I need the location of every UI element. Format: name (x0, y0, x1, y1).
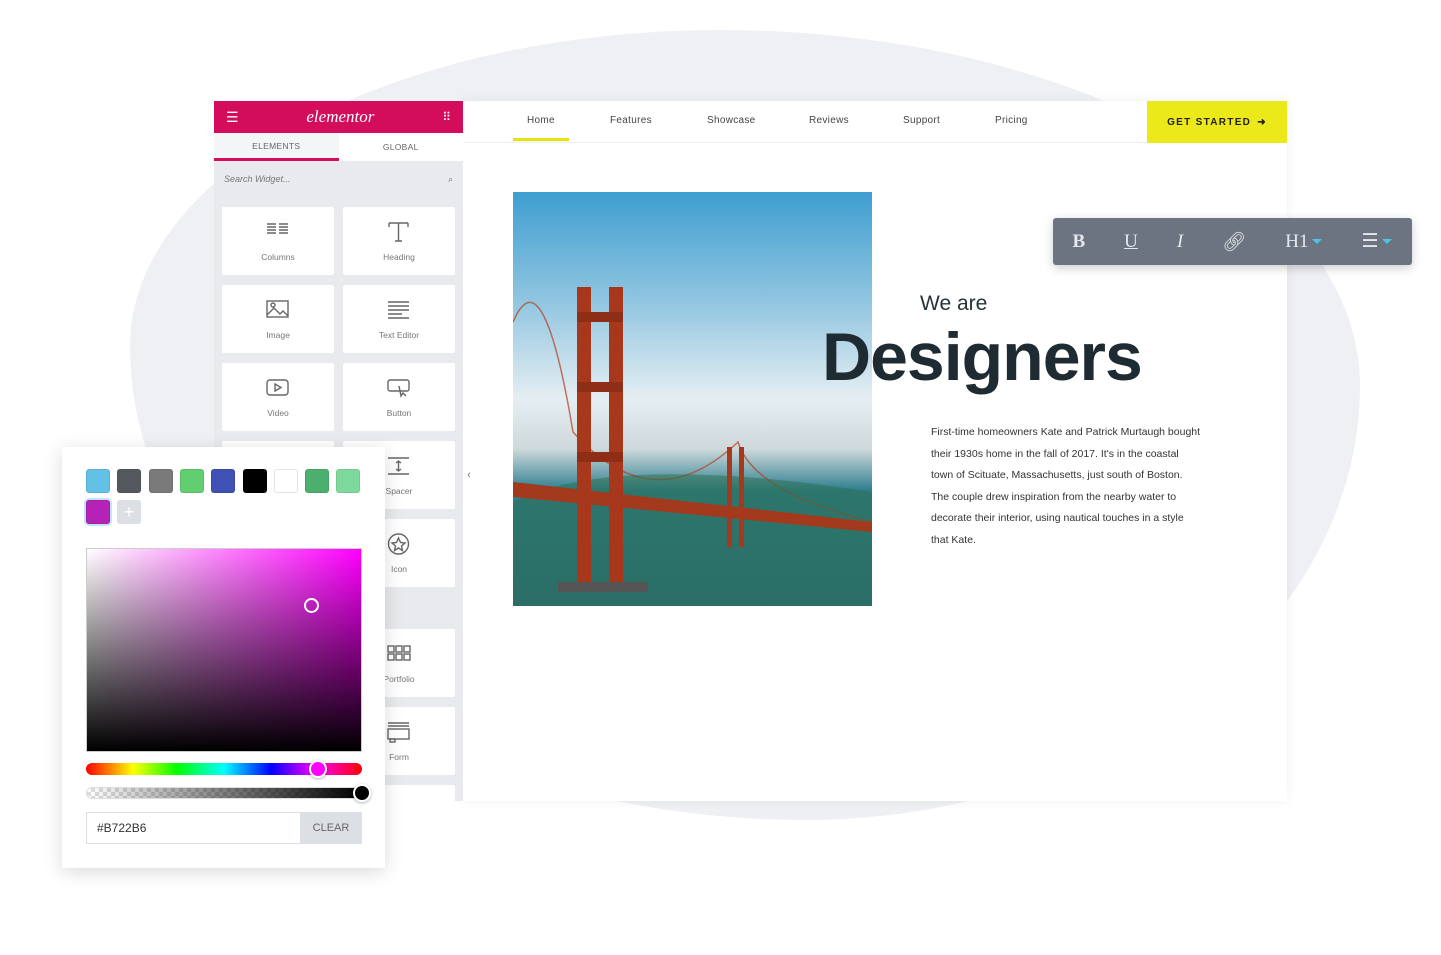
text-format-toolbar: B U I 🔗︎ H1 ☰ (1053, 218, 1412, 265)
nav-reviews[interactable]: Reviews (809, 115, 849, 126)
tab-global[interactable]: GLOBAL (339, 133, 464, 161)
list-dropdown[interactable]: ☰ (1361, 230, 1393, 253)
image-icon (266, 299, 289, 318)
body-paragraph[interactable]: First-time homeowners Kate and Patrick M… (931, 422, 1201, 552)
nav-showcase[interactable]: Showcase (707, 115, 756, 126)
portfolio-icon (387, 644, 411, 661)
button-icon (387, 378, 410, 398)
widget-image[interactable]: Image (222, 285, 334, 353)
heading-dropdown[interactable]: H1 (1285, 230, 1323, 253)
widget-label: Columns (261, 251, 295, 262)
bold-icon: B (1072, 230, 1086, 252)
color-swatch[interactable] (273, 469, 298, 493)
widget-button[interactable]: Button (343, 363, 455, 431)
panel-header: ☰ elementor ⠿ (214, 101, 463, 133)
color-swatch[interactable] (305, 469, 330, 493)
widget-label: Image (266, 329, 290, 340)
columns-icon (267, 222, 288, 234)
widget-label: Video (267, 407, 289, 418)
widget-label: Icon (390, 563, 408, 574)
bridge-photo (513, 192, 872, 606)
caret-down-icon (1312, 239, 1323, 244)
hamburger-menu-icon[interactable]: ☰ (226, 109, 239, 126)
hex-color-input[interactable] (86, 812, 300, 844)
tab-elements[interactable]: ELEMENTS (214, 133, 339, 161)
alpha-slider-handle[interactable] (353, 784, 371, 802)
widget-columns[interactable]: Columns (222, 207, 334, 275)
arrow-icon: ➜ (1257, 116, 1267, 128)
cta-label: GET STARTED (1167, 116, 1252, 128)
color-swatch[interactable] (86, 469, 110, 493)
clear-button[interactable]: CLEAR (300, 812, 362, 844)
search-placeholder: Search Widget... (224, 174, 291, 184)
link-button[interactable]: 🔗︎ (1222, 230, 1246, 254)
widget-label: Spacer (385, 485, 413, 496)
search-icon: ⌕ (447, 173, 453, 184)
add-swatch-button[interactable]: + (117, 500, 141, 524)
saturation-area[interactable] (86, 548, 362, 752)
widget-label: Portfolio (383, 673, 415, 684)
caret-down-icon (1382, 239, 1393, 244)
color-swatch[interactable] (242, 469, 267, 493)
main-heading[interactable]: Designers (822, 318, 1143, 396)
eyebrow-heading[interactable]: We are (920, 292, 987, 316)
alpha-slider[interactable] (86, 787, 362, 799)
color-picker: + CLEAR (62, 447, 385, 868)
underline-icon: U (1124, 230, 1138, 252)
collapse-panel-button[interactable]: ‹ (463, 460, 475, 490)
widget-label: Button (386, 407, 412, 418)
italic-button[interactable]: I (1177, 231, 1183, 253)
link-icon: 🔗︎ (1222, 231, 1247, 253)
nav-pricing[interactable]: Pricing (995, 115, 1028, 126)
widget-label: Form (389, 751, 409, 762)
color-swatch[interactable] (86, 500, 110, 524)
list-icon: ☰ (1361, 231, 1379, 252)
text-editor-icon (388, 300, 409, 319)
panel-tabs: ELEMENTS GLOBAL (214, 133, 463, 161)
hue-slider-handle[interactable] (308, 760, 327, 778)
video-icon (266, 378, 289, 396)
underline-button[interactable]: U (1124, 231, 1138, 253)
italic-icon: I (1176, 230, 1184, 252)
widget-label: Heading (383, 251, 415, 262)
saturation-handle[interactable] (304, 598, 319, 613)
color-swatch[interactable] (148, 469, 173, 493)
grid-apps-icon[interactable]: ⠿ (442, 110, 451, 124)
spacer-icon (388, 456, 409, 475)
nav-home[interactable]: Home (513, 115, 569, 141)
widget-text-editor[interactable]: Text Editor (343, 285, 455, 353)
site-nav: Home Features Showcase Reviews Support P… (463, 101, 1287, 143)
color-swatch[interactable] (336, 469, 361, 493)
heading-icon (388, 221, 409, 242)
heading-icon: H1 (1285, 230, 1309, 252)
widget-label: Text Editor (378, 329, 420, 340)
bold-button[interactable]: B (1072, 231, 1085, 253)
elementor-logo: elementor (306, 107, 375, 126)
color-swatch[interactable] (179, 469, 204, 493)
widget-heading[interactable]: Heading (343, 207, 455, 275)
widget-search-input[interactable]: Search Widget... ⌕ (214, 161, 463, 197)
get-started-button[interactable]: GET STARTED ➜ (1147, 101, 1287, 143)
color-swatch[interactable] (117, 469, 142, 493)
widget-video[interactable]: Video (222, 363, 334, 431)
nav-features[interactable]: Features (610, 115, 652, 126)
form-icon (387, 721, 410, 743)
star-icon (387, 532, 410, 555)
nav-support[interactable]: Support (903, 115, 940, 126)
color-swatch[interactable] (211, 469, 236, 493)
